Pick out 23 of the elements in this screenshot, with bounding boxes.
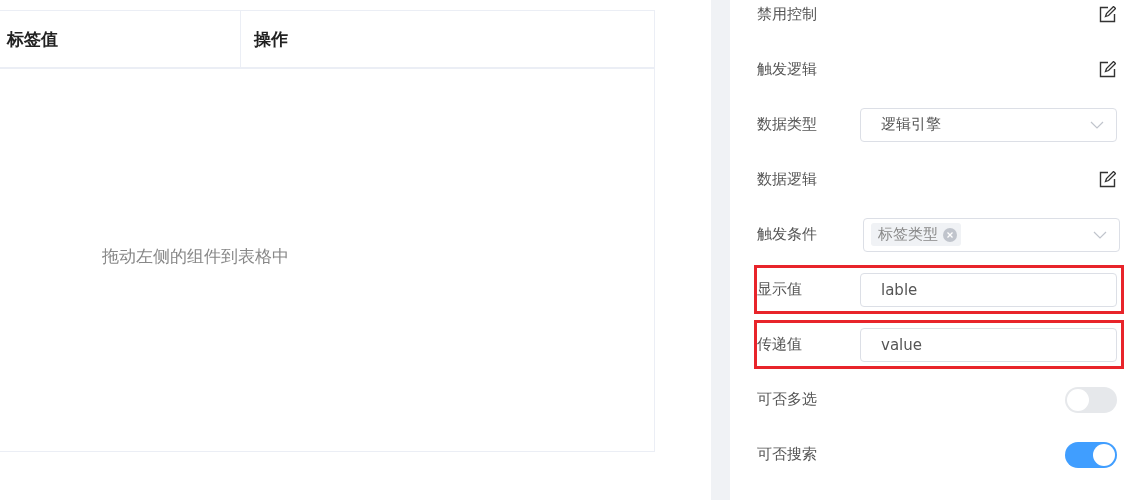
property-label: 数据类型: [757, 115, 818, 134]
column-header: 标签值: [0, 11, 241, 67]
tag: 标签类型: [871, 223, 961, 246]
text-input[interactable]: value: [860, 327, 1117, 362]
edit-icon[interactable]: [1099, 171, 1116, 188]
property-label: 触发逻辑: [757, 60, 818, 79]
chevron-down-icon: [1093, 230, 1107, 239]
property-label: 可否多选: [757, 390, 818, 409]
empty-message: 拖动左侧的组件到表格中: [102, 244, 289, 268]
edit-icon[interactable]: [1099, 61, 1116, 78]
property-label: 可否搜索: [757, 445, 818, 464]
text-input[interactable]: lable: [860, 272, 1117, 307]
toggle-switch[interactable]: [1065, 386, 1117, 413]
column-header: 操作: [252, 27, 289, 51]
chevron-down-icon: [1090, 120, 1104, 129]
toggle-switch[interactable]: [1065, 441, 1117, 468]
property-label: 数据逻辑: [757, 170, 818, 189]
property-label: 传递值: [757, 335, 803, 354]
property-label: 显示值: [757, 280, 803, 299]
select-field[interactable]: 逻辑引擎: [860, 107, 1117, 142]
edit-icon[interactable]: [1099, 6, 1116, 23]
property-label: 触发条件: [757, 225, 818, 244]
property-label: 禁用控制: [757, 5, 818, 24]
